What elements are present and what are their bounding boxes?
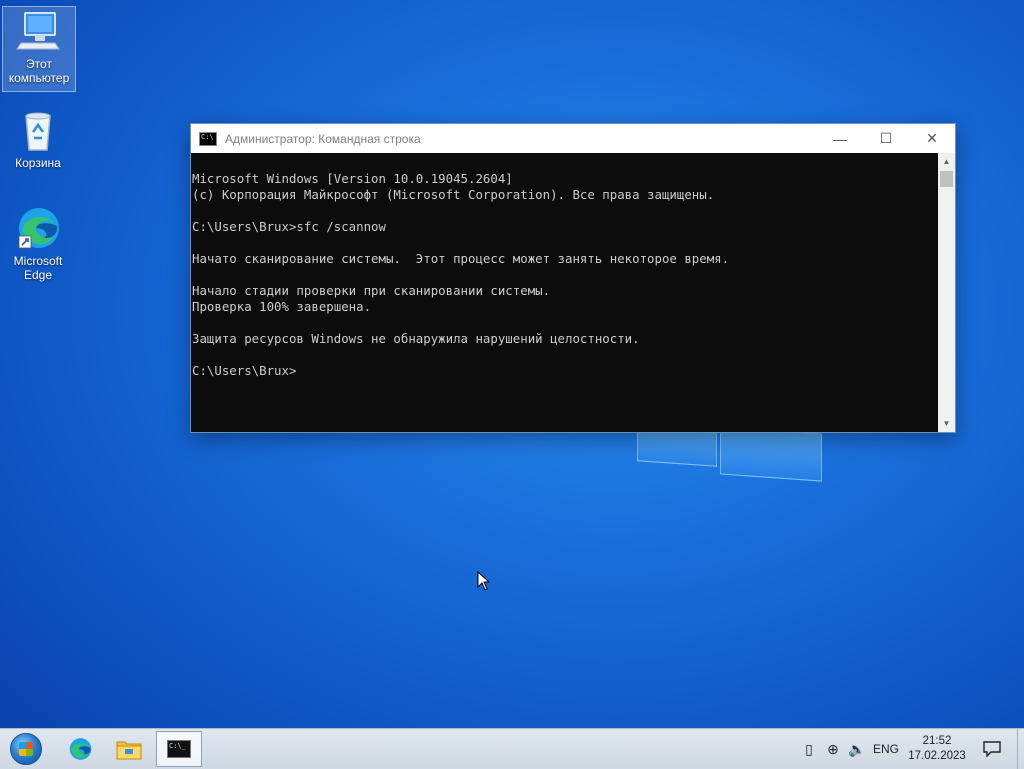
language-label: ENG <box>873 742 900 756</box>
desktop-icon-label: Этот компьютер <box>8 57 70 85</box>
network-globe-icon[interactable]: ⊕ <box>824 741 842 758</box>
console-line: Проверка 100% завершена. <box>192 299 372 314</box>
clock-date: 17.02.2023 <box>908 750 966 762</box>
cmd-window[interactable]: Администратор: Командная строка — ☐ ✕ Mi… <box>190 123 956 433</box>
taskbar-file-explorer-button[interactable] <box>108 731 150 767</box>
wallpaper-logo-pane <box>720 426 822 482</box>
scroll-down-icon[interactable]: ▼ <box>938 415 955 432</box>
wallpaper-logo-pane <box>637 427 717 467</box>
windows-start-icon <box>10 733 42 765</box>
maximize-icon: ☐ <box>879 130 893 146</box>
system-tray-icons: ▯ ⊕ 🔈 <box>800 729 866 769</box>
cmd-icon <box>167 740 191 758</box>
console-line: Начато сканирование системы. Этот процес… <box>192 251 730 266</box>
scrollbar-thumb[interactable] <box>940 171 953 187</box>
action-center-button[interactable] <box>980 729 1004 769</box>
desktop-icon-this-pc[interactable]: Этот компьютер <box>2 6 76 92</box>
usb-icon[interactable]: ▯ <box>800 741 818 758</box>
console-line: Начало стадии проверки при сканировании … <box>192 283 551 298</box>
cmd-app-icon <box>199 131 217 146</box>
desktop-icon-recycle-bin[interactable]: Корзина <box>2 106 74 170</box>
desktop-icon-label: Корзина <box>15 156 61 170</box>
language-indicator[interactable]: ENG <box>873 729 900 769</box>
taskbar: ▯ ⊕ 🔈 ENG 21:52 17.02.2023 <box>0 728 1024 769</box>
edge-icon <box>14 204 62 252</box>
desktop-icon-edge[interactable]: Microsoft Edge <box>2 204 74 282</box>
taskbar-cmd-button[interactable] <box>156 731 202 767</box>
console-line: C:\Users\Brux>sfc /scannow <box>192 219 386 234</box>
taskbar-edge-button[interactable] <box>60 731 100 767</box>
close-icon: ✕ <box>926 130 938 146</box>
recycle-bin-icon <box>14 106 62 154</box>
folder-icon <box>116 741 142 760</box>
window-title: Администратор: Командная строка <box>225 131 421 146</box>
close-button[interactable]: ✕ <box>909 124 955 153</box>
clock-time: 21:52 <box>922 735 952 747</box>
minimize-button[interactable]: — <box>817 124 863 153</box>
console-line: Microsoft Windows [Version 10.0.19045.26… <box>192 171 513 186</box>
clock[interactable]: 21:52 17.02.2023 <box>906 729 968 769</box>
console-prompt: C:\Users\Brux> <box>192 363 297 378</box>
edge-icon <box>69 738 92 760</box>
volume-icon[interactable]: 🔈 <box>848 741 866 758</box>
console-line: Защита ресурсов Windows не обнаружила на… <box>192 331 640 346</box>
desktop-icon-label: Microsoft Edge <box>13 254 63 282</box>
computer-icon <box>15 7 63 55</box>
start-button[interactable] <box>4 731 48 767</box>
notification-icon <box>983 741 1001 757</box>
show-desktop-button[interactable] <box>1017 729 1024 769</box>
console-line: (c) Корпорация Майкрософт (Microsoft Cor… <box>192 187 715 202</box>
vertical-scrollbar[interactable]: ▲ ▼ <box>938 153 955 432</box>
console-output[interactable]: Microsoft Windows [Version 10.0.19045.26… <box>191 153 937 432</box>
scroll-up-icon[interactable]: ▲ <box>938 153 955 170</box>
mouse-cursor-icon <box>477 570 491 596</box>
maximize-button[interactable]: ☐ <box>863 124 909 153</box>
window-titlebar[interactable]: Администратор: Командная строка — ☐ ✕ <box>191 124 955 153</box>
minimize-icon: — <box>833 130 847 147</box>
